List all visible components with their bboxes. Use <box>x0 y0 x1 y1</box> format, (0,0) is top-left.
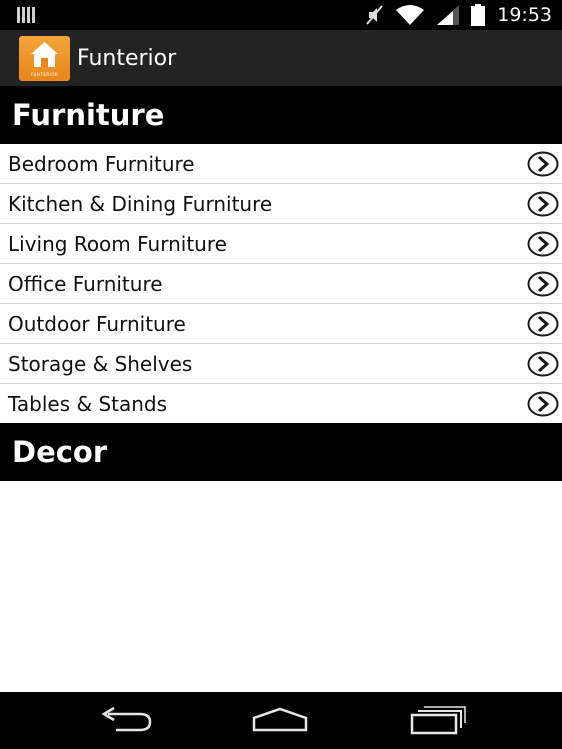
app-icon-caption: FUNTERIOR <box>30 71 59 77</box>
notification-icon <box>17 7 35 23</box>
status-clock: 19:53 <box>497 4 552 26</box>
list-item-living-room-furniture[interactable]: Living Room Furniture <box>0 224 562 264</box>
section-header-decor[interactable]: Decor <box>0 423 562 481</box>
furniture-list: Bedroom Furniture Kitchen & Dining Furni… <box>0 144 562 424</box>
chevron-right-icon <box>527 271 559 296</box>
app-logo-icon[interactable]: FUNTERIOR <box>19 35 70 81</box>
wifi-icon <box>396 5 425 25</box>
app-title: Funterior <box>77 45 177 71</box>
action-bar: FUNTERIOR Funterior <box>0 30 562 86</box>
back-icon[interactable] <box>96 704 156 736</box>
chevron-right-icon <box>527 391 559 417</box>
chevron-right-icon <box>527 351 559 376</box>
list-item-label: Office Furniture <box>8 271 163 296</box>
list-item-label: Living Room Furniture <box>8 231 227 256</box>
navigation-bar <box>0 692 562 749</box>
mute-icon <box>366 5 384 25</box>
list-item-label: Outdoor Furniture <box>8 311 186 336</box>
list-item-label: Storage & Shelves <box>8 351 193 376</box>
list-item-tables-stands[interactable]: Tables & Stands <box>0 384 562 424</box>
chevron-right-icon <box>527 231 559 256</box>
list-item-bedroom-furniture[interactable]: Bedroom Furniture <box>0 144 562 184</box>
house-icon <box>31 41 58 67</box>
list-item-label: Bedroom Furniture <box>8 151 195 176</box>
list-item-outdoor-furniture[interactable]: Outdoor Furniture <box>0 304 562 344</box>
chevron-right-icon <box>527 191 559 216</box>
home-icon[interactable] <box>250 704 310 736</box>
list-item-label: Kitchen & Dining Furniture <box>8 191 273 216</box>
signal-icon <box>437 5 460 25</box>
list-item-label: Tables & Stands <box>8 392 168 416</box>
list-item-office-furniture[interactable]: Office Furniture <box>0 264 562 304</box>
list-item-storage-shelves[interactable]: Storage & Shelves <box>0 344 562 384</box>
section-header-furniture[interactable]: Furniture <box>0 86 562 144</box>
status-bar: 19:53 <box>0 0 562 30</box>
chevron-right-icon <box>527 311 559 336</box>
list-item-kitchen-dining-furniture[interactable]: Kitchen & Dining Furniture <box>0 184 562 224</box>
chevron-right-icon <box>527 151 559 176</box>
battery-icon <box>471 4 486 26</box>
recent-apps-icon[interactable] <box>408 704 468 736</box>
